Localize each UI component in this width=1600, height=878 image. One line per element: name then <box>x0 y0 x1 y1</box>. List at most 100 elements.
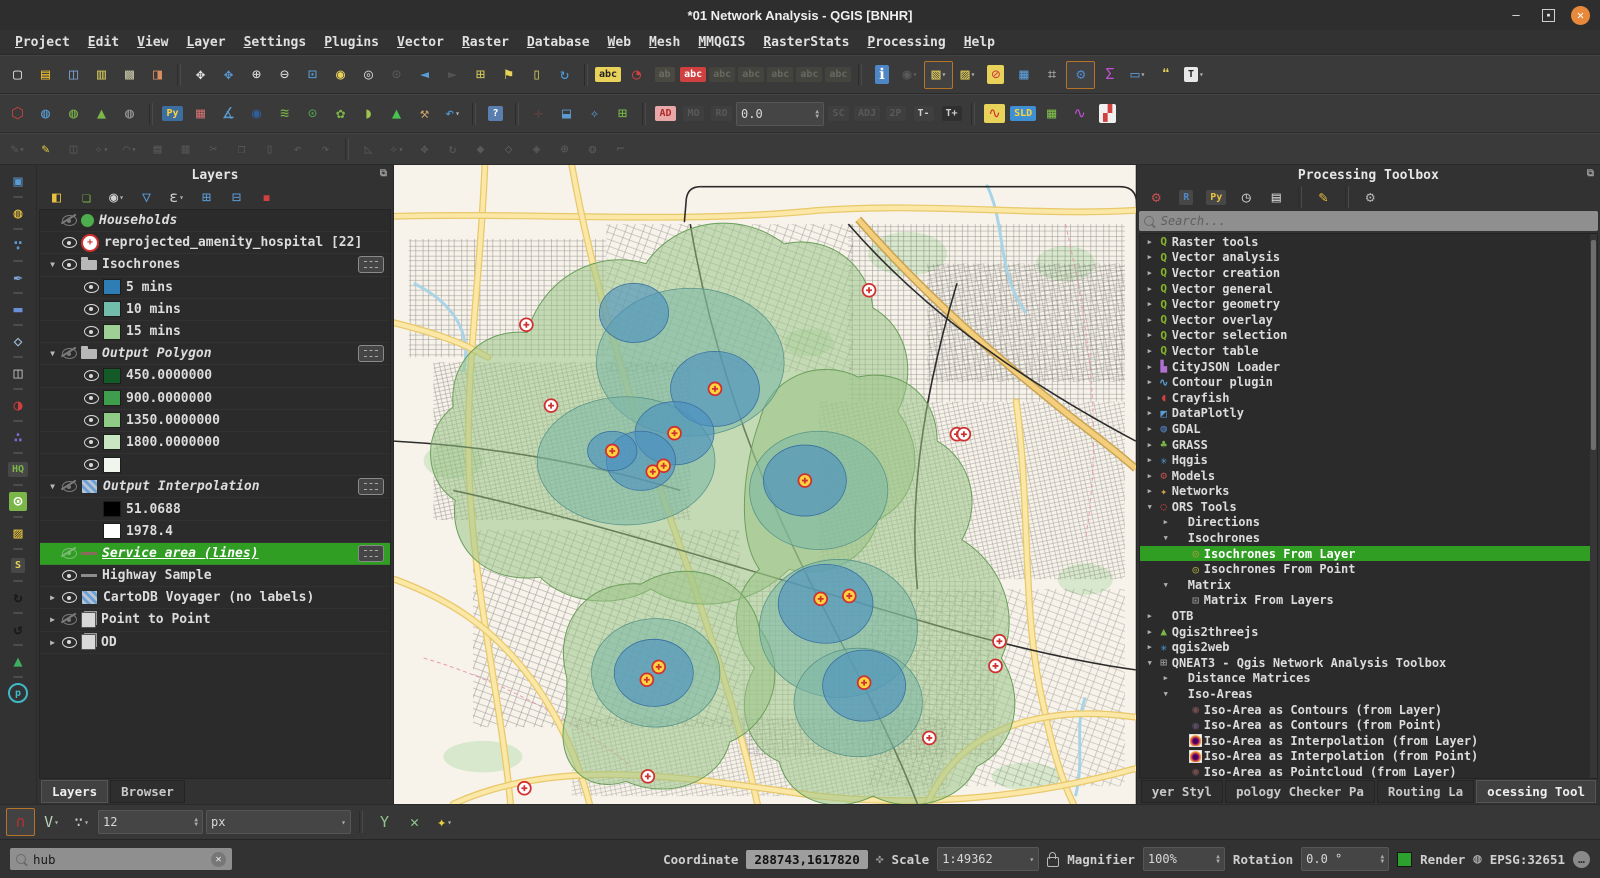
db-manager[interactable]: ◫ <box>5 361 31 385</box>
rotate-feature[interactable]: ↻ <box>439 138 466 160</box>
expander-closed[interactable]: ▶ <box>1144 285 1156 293</box>
proc-row[interactable]: ◎Isochrones From Point <box>1140 561 1597 577</box>
reshape-features[interactable]: ◇ <box>495 138 522 160</box>
proc-row[interactable]: ◉Iso-Area as Contours (from Layer) <box>1140 702 1597 718</box>
visibility-toggle[interactable] <box>59 637 79 648</box>
visibility-toggle[interactable] <box>59 259 79 270</box>
open-project[interactable]: ▤ <box>32 62 59 88</box>
detach-panel-icon[interactable]: ⧉ <box>380 168 387 179</box>
mini-chart-plugin[interactable]: ∴ <box>5 425 31 449</box>
globe-plugin[interactable]: ◉ <box>243 101 270 127</box>
proc-row[interactable]: ▼◌ORS Tools <box>1140 499 1597 515</box>
proc-row[interactable]: ▶QVector overlay <box>1140 312 1597 328</box>
expander-open[interactable]: ▼ <box>1160 581 1172 589</box>
dem-hill[interactable]: ▲ <box>383 101 410 127</box>
quickosm-query[interactable]: ✒ <box>5 265 31 289</box>
select-by-value[interactable]: ▨▾ <box>954 62 981 88</box>
hqgis-plugin[interactable]: HQ <box>5 457 31 481</box>
expander-closed[interactable]: ▶ <box>46 638 59 647</box>
quickosm-leaf[interactable]: ✿ <box>327 101 354 127</box>
layer-row[interactable]: 5 mins <box>40 277 390 299</box>
proc-row[interactable]: ▶QVector geometry <box>1140 296 1597 312</box>
visibility-toggle[interactable] <box>59 548 79 559</box>
cad-t-minus-button[interactable]: T- <box>910 101 937 127</box>
layer-row[interactable]: ▶CartoDB Voyager (no labels) <box>40 587 390 609</box>
layer-row[interactable]: ▶Point to Point <box>40 609 390 631</box>
osm-place-search[interactable]: ⊙ <box>5 489 31 513</box>
zoom-to-layer[interactable]: ◎ <box>355 62 382 88</box>
embedded-indicator[interactable] <box>358 256 384 273</box>
vertex-tool-ring[interactable]: ⬡ <box>4 101 31 127</box>
merge-features[interactable]: ⊕ <box>551 138 578 160</box>
offset-curve[interactable]: ◆ <box>467 138 494 160</box>
menu-project[interactable]: Project <box>6 33 79 52</box>
visibility-toggle[interactable] <box>81 437 101 448</box>
menu-rasterstats[interactable]: RasterStats <box>754 33 858 52</box>
proc-row[interactable]: ▼Matrix <box>1140 577 1597 593</box>
layer-row[interactable] <box>40 454 390 476</box>
add-delimited-text-layer[interactable]: ∵ <box>5 233 31 257</box>
pan-to-selection[interactable]: ✥ <box>215 62 242 88</box>
layer-row[interactable]: Highway Sample <box>40 565 390 587</box>
visibility-toggle[interactable] <box>81 370 101 381</box>
new-print-layout[interactable]: ▥ <box>88 62 115 88</box>
pin-labels[interactable]: ab <box>651 62 678 88</box>
proc-row[interactable]: ▶✳qgis2web <box>1140 639 1597 655</box>
show-layout-manager[interactable]: ▩ <box>116 62 143 88</box>
expander-closed[interactable]: ▶ <box>1144 425 1156 433</box>
expander-closed[interactable]: ▶ <box>1144 456 1156 464</box>
locator-search[interactable]: ✕ <box>10 848 232 870</box>
new-spatial-bookmark[interactable]: ⚑ <box>495 62 522 88</box>
messages-icon[interactable]: … <box>1573 851 1590 868</box>
save-map-image[interactable]: ⬓ <box>553 101 580 127</box>
proc-row[interactable]: ▶Directions <box>1140 515 1597 531</box>
tab-pology-checker-pa[interactable]: pology Checker Pa <box>1225 780 1375 803</box>
zoom-to-selection[interactable]: ◉ <box>327 62 354 88</box>
add-spatialite-layer[interactable]: ▬ <box>5 297 31 321</box>
rotation-spin[interactable]: 0.0 ° ▲▼ <box>1301 847 1389 871</box>
expander-closed[interactable]: ▶ <box>46 615 59 624</box>
cad-t-plus-button[interactable]: T+ <box>938 101 965 127</box>
cad-angle-spin[interactable]: 0.0▲▼ <box>736 102 824 126</box>
proc-row[interactable]: ▶▲Qgis2threejs <box>1140 624 1597 640</box>
layer-row[interactable]: Service area (lines) <box>40 543 390 565</box>
proc-row[interactable]: ▶✳Hqgis <box>1140 452 1597 468</box>
cad-2p-button[interactable]: 2P <box>882 101 909 127</box>
layer-row[interactable]: 1978.4 <box>40 521 390 543</box>
move-feature[interactable]: ✥ <box>411 138 438 160</box>
snapping-intersection[interactable]: ✕ <box>401 809 428 835</box>
proc-row[interactable]: ▶▙CityJSON Loader <box>1140 359 1597 375</box>
snapping-mode[interactable]: V▾ <box>38 809 65 835</box>
profile-tool[interactable]: ∡ <box>215 101 242 127</box>
change-label[interactable]: abc <box>766 62 794 88</box>
expander-closed[interactable]: ▶ <box>1160 674 1172 682</box>
visibility-toggle[interactable] <box>59 592 79 603</box>
zoom-last[interactable]: ◄ <box>411 62 438 88</box>
proc-row[interactable]: ▼⊞QNEAT3 - Qgis Network Analysis Toolbox <box>1140 655 1597 671</box>
qgis2threejs-exporter[interactable]: ▲ <box>88 101 115 127</box>
menu-processing[interactable]: Processing <box>858 33 954 52</box>
tab-layers[interactable]: Layers <box>41 780 108 803</box>
vertex-marker[interactable]: ✧ <box>581 101 608 127</box>
map-canvas[interactable] <box>394 165 1136 804</box>
clear-search-icon[interactable]: ✕ <box>211 852 226 867</box>
cad-adj-button[interactable]: ADJ <box>853 101 881 127</box>
minimize-button[interactable]: — <box>1506 5 1526 25</box>
remove-layer[interactable]: ▪ <box>253 184 280 210</box>
layer-row[interactable]: 15 mins <box>40 321 390 343</box>
manage-map-themes[interactable]: ◉▾ <box>103 184 130 210</box>
detach-panel-icon[interactable]: ⧉ <box>1587 168 1594 179</box>
add-wms-layer[interactable]: ◍ <box>32 101 59 127</box>
layer-row[interactable]: ▼Isochrones <box>40 254 390 276</box>
snapping-tolerance[interactable]: 12▲▼ <box>98 810 203 834</box>
undo-map[interactable]: ↶▾ <box>439 101 466 127</box>
tab-browser[interactable]: Browser <box>110 780 185 803</box>
split-features[interactable]: ◈ <box>523 138 550 160</box>
new-project[interactable]: ▢ <box>4 62 31 88</box>
processing-toolbox[interactable]: ⚙ <box>1066 61 1095 89</box>
visibility-toggle[interactable] <box>81 459 101 470</box>
layer-row[interactable]: Households <box>40 210 390 232</box>
zoom-native[interactable]: ⊙ <box>383 62 410 88</box>
expander-closed[interactable]: ▶ <box>1144 409 1156 417</box>
embedded-indicator[interactable] <box>358 478 384 495</box>
